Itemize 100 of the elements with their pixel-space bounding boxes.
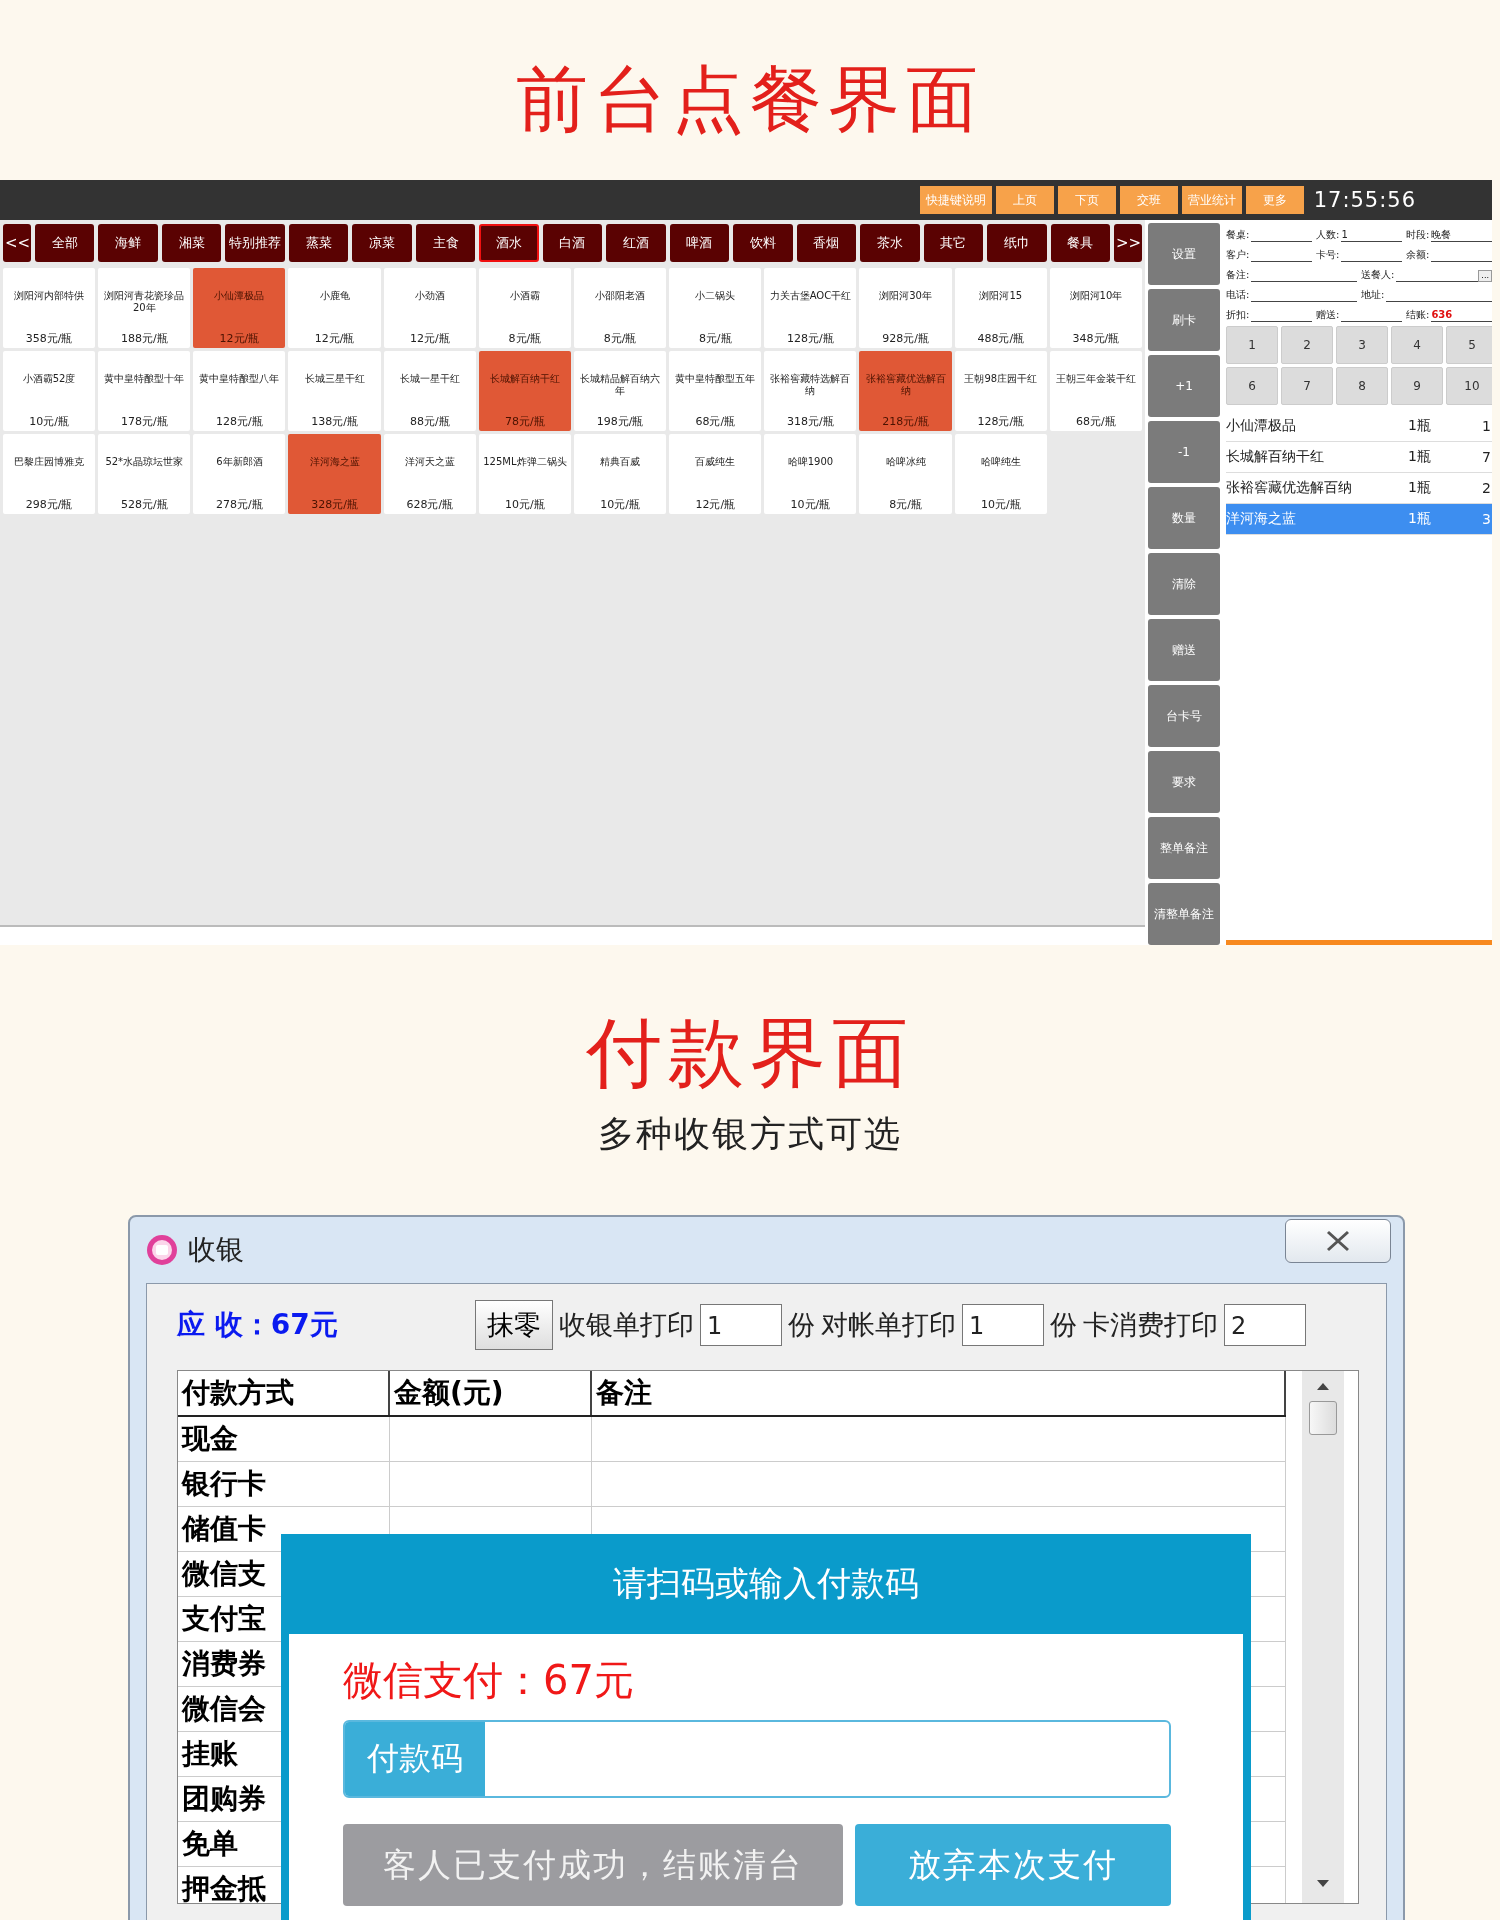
product-name: 小仙潭极品 [214, 290, 265, 302]
category-tab[interactable]: 凉菜 [352, 224, 412, 262]
product-tile[interactable]: 张裕窖藏优选解百纳 218元/瓶 [859, 351, 952, 431]
field-label: 余额: [1406, 248, 1430, 262]
field-label: 电话: [1226, 288, 1250, 302]
keypad-key[interactable]: 3 [1336, 326, 1388, 364]
product-tile[interactable]: 浏阳河15 488元/瓶 [954, 268, 1047, 348]
product-tile[interactable]: 长城三星干红 138元/瓶 [288, 351, 381, 431]
function-button[interactable]: 清除 [1148, 553, 1220, 615]
function-button[interactable]: 清整单备注 [1148, 883, 1220, 945]
previous-button[interactable]: << [3, 224, 31, 262]
category-tab[interactable]: 饮料 [733, 224, 793, 262]
category-tab[interactable]: 红酒 [606, 224, 666, 262]
product-tile[interactable]: 125ML炸弹二锅头 10元/瓶 [478, 434, 571, 514]
copies-field[interactable]: 1 [962, 1304, 1044, 1346]
item-name: 长城解百纳干红 [1226, 448, 1325, 466]
product-tile[interactable]: 百威纯生 12元/瓶 [669, 434, 762, 514]
product-price: 12元/瓶 [409, 331, 450, 346]
copies-field[interactable]: 2 [1224, 1304, 1306, 1346]
category-tab[interactable]: 其它 [923, 224, 984, 262]
product-name: 长城三星干红 [304, 373, 365, 385]
product-tile[interactable]: 哈啤1900 10元/瓶 [764, 434, 857, 514]
product-tile[interactable]: 力关古堡AOC干红 128元/瓶 [764, 268, 857, 348]
product-tile[interactable]: 小鹿龟 12元/瓶 [288, 268, 381, 348]
product-tile[interactable]: 浏阳河青花瓷珍品20年 188元/瓶 [98, 268, 191, 348]
category-tab[interactable]: 主食 [415, 224, 476, 262]
round-off-button[interactable]: 抹零 [475, 1300, 553, 1350]
function-button[interactable]: 刷卡 [1148, 289, 1220, 351]
product-tile[interactable]: 黄中皇特酿型十年 178元/瓶 [98, 351, 191, 431]
category-tab[interactable]: 蒸菜 [288, 224, 349, 262]
keypad-key[interactable]: 10 [1446, 367, 1492, 405]
category-tab[interactable]: 全部 [35, 224, 95, 262]
product-tile[interactable]: 浏阳河内部特供 358元/瓶 [3, 268, 96, 348]
category-tab[interactable]: 餐具 [1050, 224, 1110, 262]
category-tab[interactable]: 香烟 [796, 224, 857, 262]
product-tile[interactable]: 小仙潭极品 12元/瓶 [193, 268, 286, 348]
product-tile[interactable]: 浏阳河30年 928元/瓶 [859, 268, 952, 348]
product-tile[interactable]: 小邵阳老酒 8元/瓶 [574, 268, 667, 348]
product-tile[interactable]: 小酒霸52度 10元/瓶 [3, 351, 96, 431]
product-tile[interactable]: 王朝三年金装干红 68元/瓶 [1049, 351, 1142, 431]
product-tile[interactable]: 王朝98庄园干红 128元/瓶 [954, 351, 1047, 431]
function-button[interactable]: 要求 [1148, 751, 1220, 813]
order-row[interactable]: 小仙潭极品 1瓶 1 [1226, 411, 1492, 442]
column-header: 付款方式 [178, 1371, 390, 1415]
keypad-key[interactable]: 8 [1336, 367, 1388, 405]
order-row[interactable]: 长城解百纳干红 1瓶 7 [1226, 442, 1492, 473]
category-tab[interactable]: 茶水 [860, 224, 920, 262]
product-tile[interactable]: 黄中皇特酿型八年 128元/瓶 [193, 351, 286, 431]
product-price: 12元/瓶 [695, 497, 736, 512]
keypad-key[interactable]: 4 [1391, 326, 1443, 364]
product-tile[interactable]: 哈啤冰纯 8元/瓶 [859, 434, 952, 514]
input-field[interactable]: 636 [1431, 308, 1492, 322]
function-button[interactable]: 数量 [1148, 487, 1220, 549]
keypad-key[interactable]: 7 [1281, 367, 1333, 405]
keypad-key[interactable]: 5 [1446, 326, 1492, 364]
keypad-key[interactable]: 2 [1281, 326, 1333, 364]
product-tile[interactable]: 精典百威 10元/瓶 [574, 434, 667, 514]
product-tile[interactable]: 小酒霸 8元/瓶 [478, 268, 571, 348]
product-tile[interactable]: 浏阳河10年 348元/瓶 [1049, 268, 1142, 348]
browse-button[interactable]: ... [1478, 270, 1492, 282]
category-tab[interactable]: 啤酒 [669, 224, 730, 262]
category-tab[interactable]: 酒水 [479, 224, 539, 262]
function-button[interactable]: 设置 [1148, 223, 1220, 285]
product-tile[interactable]: 哈啤纯生 10元/瓶 [954, 434, 1047, 514]
product-price: 128元/瓶 [216, 414, 263, 429]
product-price: 128元/瓶 [787, 331, 834, 346]
category-tab[interactable]: 海鲜 [98, 224, 158, 262]
product-tile[interactable]: 张裕窖藏特选解百纳 318元/瓶 [764, 351, 857, 431]
product-name: 125ML炸弹二锅头 [483, 456, 567, 468]
category-tab[interactable]: 湘菜 [161, 224, 222, 262]
product-tile[interactable]: 长城一星干红 88元/瓶 [383, 351, 476, 431]
input-field[interactable]: 1 [1341, 228, 1402, 242]
function-button[interactable]: 台卡号 [1148, 685, 1220, 747]
product-name: 张裕窖藏优选解百纳 [864, 373, 947, 397]
function-button[interactable]: +1 [1148, 355, 1220, 417]
product-tile[interactable]: 洋河海之蓝 328元/瓶 [288, 434, 381, 514]
product-tile[interactable]: 6年新郎酒 278元/瓶 [193, 434, 286, 514]
function-button[interactable]: 赠送 [1148, 619, 1220, 681]
category-tab[interactable]: 白酒 [542, 224, 603, 262]
input-field[interactable]: 晚餐 [1431, 228, 1492, 242]
keypad-key[interactable]: 1 [1226, 326, 1278, 364]
category-tab[interactable]: 纸巾 [987, 224, 1047, 262]
product-tile[interactable]: 长城解百纳干红 78元/瓶 [478, 351, 571, 431]
category-tab[interactable]: 特别推荐 [225, 224, 285, 262]
product-tile[interactable]: 52*水晶琼坛世家 528元/瓶 [98, 434, 191, 514]
keypad-key[interactable]: 9 [1391, 367, 1443, 405]
product-tile[interactable]: 巴黎庄园博雅克 298元/瓶 [3, 434, 96, 514]
product-tile[interactable]: 小二锅头 8元/瓶 [669, 268, 762, 348]
next-button[interactable]: >> [1113, 224, 1142, 262]
product-tile[interactable]: 小劲酒 12元/瓶 [383, 268, 476, 348]
keypad-key[interactable]: 6 [1226, 367, 1278, 405]
product-tile[interactable]: 洋河天之蓝 628元/瓶 [383, 434, 476, 514]
item-price: 3 [1482, 511, 1491, 527]
product-name: 洋河天之蓝 [404, 456, 455, 468]
clock-time: 17:55:56 [1313, 188, 1416, 212]
product-tile[interactable]: 长城精品解百纳六年 198元/瓶 [574, 351, 667, 431]
product-tile[interactable]: 黄中皇特酿型五年 68元/瓶 [669, 351, 762, 431]
function-button[interactable]: -1 [1148, 421, 1220, 483]
copies-field[interactable]: 1 [700, 1304, 782, 1346]
function-button[interactable]: 整单备注 [1148, 817, 1220, 879]
